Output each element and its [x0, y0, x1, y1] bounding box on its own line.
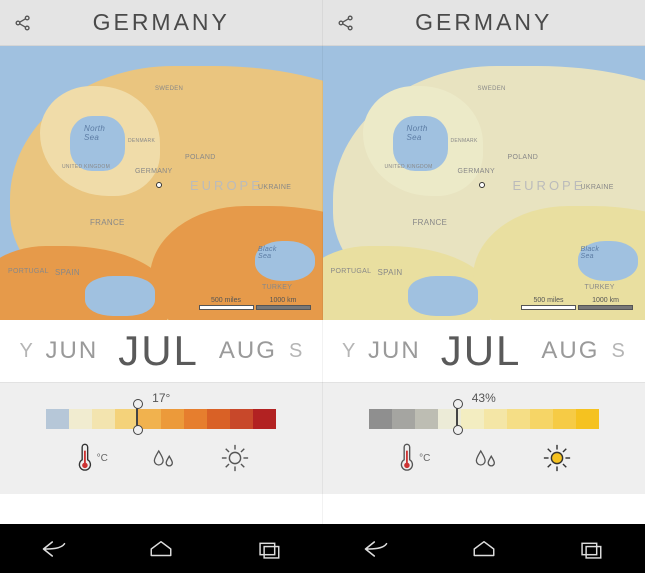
mode-precipitation-button[interactable]: [472, 444, 500, 472]
label-uk: UNITED KINGDOM: [62, 164, 110, 170]
scale-pointer[interactable]: [136, 405, 138, 429]
month-next2[interactable]: S: [611, 340, 625, 363]
month-scroller[interactable]: Y JUN JUL AUG S: [0, 320, 323, 382]
label-europe: EUROPE: [190, 178, 263, 193]
android-navbar: [0, 524, 323, 573]
map[interactable]: North Sea EUROPE FRANCE SPAIN PORTUGAL G…: [0, 46, 323, 320]
map[interactable]: North Sea EUROPE FRANCE SPAIN PORTUGAL G…: [323, 46, 645, 320]
label-sweden: SWEDEN: [478, 86, 506, 92]
label-denmark: DENMARK: [451, 138, 478, 144]
nav-back-button[interactable]: [24, 534, 84, 564]
mode-sunshine-button[interactable]: [220, 443, 250, 473]
month-prev2[interactable]: Y: [20, 340, 34, 363]
label-turkey: TURKEY: [262, 284, 292, 291]
label-north-sea: North Sea: [407, 124, 428, 142]
label-black-sea: Black Sea: [581, 246, 600, 260]
label-spain: SPAIN: [378, 268, 403, 277]
month-next2[interactable]: S: [289, 340, 303, 363]
nav-home-button[interactable]: [454, 534, 514, 564]
page-title: GERMANY: [323, 9, 645, 36]
month-next[interactable]: AUG: [213, 337, 283, 365]
month-prev[interactable]: JUN: [40, 337, 105, 365]
scale-pointer[interactable]: [456, 405, 458, 429]
mode-temperature-button[interactable]: °C: [395, 443, 430, 473]
header: GERMANY: [0, 0, 323, 46]
label-poland: POLAND: [508, 154, 539, 161]
label-black-sea: Black Sea: [258, 246, 277, 260]
month-next[interactable]: AUG: [535, 337, 605, 365]
page-title: GERMANY: [0, 9, 323, 36]
label-germany: GERMANY: [458, 168, 496, 175]
mode-temperature-button[interactable]: °C: [73, 443, 108, 473]
location-marker: [479, 182, 485, 188]
metric-reading: 43%: [472, 391, 496, 405]
mode-sunshine-button[interactable]: [542, 443, 572, 473]
label-portugal: PORTUGAL: [8, 268, 49, 275]
location-marker: [156, 182, 162, 188]
metric-reading: 17°: [152, 391, 170, 405]
month-scroller[interactable]: Y JUN JUL AUG S: [323, 320, 645, 382]
temperature-unit: °C: [97, 453, 108, 464]
header: GERMANY: [323, 0, 645, 46]
label-ukraine: UKRAINE: [581, 184, 614, 191]
mode-precipitation-button[interactable]: [150, 444, 178, 472]
android-navbar: [323, 524, 645, 573]
label-north-sea: North Sea: [84, 124, 105, 142]
scale-bar: 500 miles 1000 km: [199, 292, 311, 310]
metric-panel: 17° °C: [0, 382, 323, 494]
color-scale: [369, 409, 599, 429]
label-france: FRANCE: [90, 218, 125, 227]
label-portugal: PORTUGAL: [331, 268, 372, 275]
color-scale: [46, 409, 276, 429]
label-ukraine: UKRAINE: [258, 184, 291, 191]
month-current[interactable]: JUL: [110, 327, 207, 375]
pane-1: GERMANY North Sea EUROPE FRANCE SPAIN PO…: [323, 0, 645, 573]
pane-0: GERMANY North Sea EUROPE FRANCE SPAIN PO…: [0, 0, 323, 573]
month-prev[interactable]: JUN: [362, 337, 427, 365]
scale-bar: 500 miles 1000 km: [521, 292, 633, 310]
label-poland: POLAND: [185, 154, 216, 161]
nav-recents-button[interactable]: [561, 534, 621, 564]
label-denmark: DENMARK: [128, 138, 155, 144]
label-germany: GERMANY: [135, 168, 173, 175]
label-sweden: SWEDEN: [155, 86, 183, 92]
nav-home-button[interactable]: [131, 534, 191, 564]
metric-panel: 43% °C: [323, 382, 645, 494]
nav-recents-button[interactable]: [239, 534, 299, 564]
month-current[interactable]: JUL: [433, 327, 530, 375]
label-spain: SPAIN: [55, 268, 80, 277]
label-europe: EUROPE: [513, 178, 586, 193]
nav-back-button[interactable]: [346, 534, 406, 564]
label-uk: UNITED KINGDOM: [385, 164, 433, 170]
label-turkey: TURKEY: [585, 284, 615, 291]
temperature-unit: °C: [419, 453, 430, 464]
month-prev2[interactable]: Y: [342, 340, 356, 363]
label-france: FRANCE: [413, 218, 448, 227]
